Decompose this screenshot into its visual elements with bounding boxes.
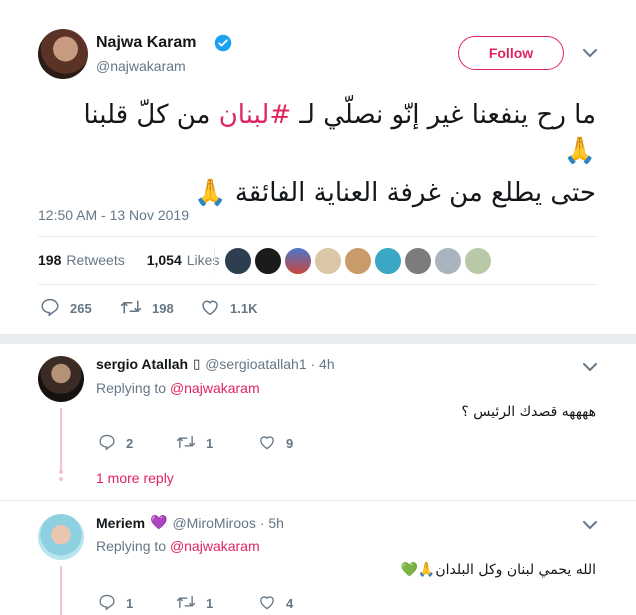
follow-button[interactable]: Follow [458,36,564,70]
reply-action[interactable]: 1 [98,594,133,613]
retweets-count[interactable]: 198 [38,252,61,268]
author-handle[interactable]: @najwakaram [96,58,186,74]
more-replies-link[interactable]: 1 more reply [96,470,174,486]
author-avatar[interactable] [38,29,88,79]
tweet-timestamp[interactable]: 12:50 AM - 13 Nov 2019 [38,207,189,223]
reply-header: Meriem 💜 @MiroMiroos · 5h [96,514,284,531]
reply-action[interactable]: 2 [98,434,133,453]
reply-avatar[interactable] [38,514,84,560]
chevron-down-icon[interactable] [582,518,598,536]
likes-count[interactable]: 1,054 [147,252,182,268]
retweet-action[interactable]: 1 [176,594,213,613]
like-action[interactable]: 4 [258,594,293,613]
stats-separator [214,247,215,273]
tweet-stats: 198 Retweets 1,054 Likes [38,252,219,268]
tweet-text: ما رح ينفعنا غير إنّو نصلّي لـ #لبنان من… [30,96,596,212]
liker-avatar[interactable] [254,247,282,275]
chevron-down-icon[interactable] [582,360,598,378]
heart-icon [200,298,220,319]
replying-to-link[interactable]: @najwakaram [170,380,260,396]
replying-to: Replying to @najwakaram [96,538,260,554]
like-action[interactable]: 1.1K [200,298,257,319]
liker-avatars [224,247,492,275]
thread-line [60,408,62,474]
liker-avatar[interactable] [224,247,252,275]
divider [38,284,598,285]
retweet-action[interactable]: 1 [176,434,213,453]
like-action[interactable]: 9 [258,434,293,453]
tweet-emoji-1: 🙏 [563,136,596,166]
reply-action[interactable]: 265 [40,298,92,319]
thread-dots [59,470,63,481]
reply-header: sergio Atallah ▯ @sergioatallah1 · 4h [96,356,335,372]
retweet-icon [176,594,196,613]
tweet-line-1: ما رح ينفعنا غير إنّو نصلّي لـ #لبنان من… [83,100,596,130]
section-divider [0,334,636,344]
retweet-icon [176,434,196,453]
reply-author-name[interactable]: Meriem [96,515,145,531]
reply-icon [98,594,116,613]
liker-avatar[interactable] [464,247,492,275]
retweets-label[interactable]: Retweets [66,252,124,268]
heart-icon [258,434,276,453]
reply-author-name[interactable]: sergio Atallah [96,356,188,372]
reply-text: الله يحمي لبنان وكل البلدان🙏💚 [400,562,597,578]
reply-text: ههههه قصدك الرئيس ؟ [461,404,596,420]
replying-to: Replying to @najwakaram [96,380,260,396]
thread-line [60,566,62,615]
replying-to-link[interactable]: @najwakaram [170,538,260,554]
emoji: 🙏💚 [400,562,436,578]
liker-avatar[interactable] [434,247,462,275]
liker-avatar[interactable] [404,247,432,275]
reply-handle[interactable]: @sergioatallah1 · 4h [205,356,334,372]
divider [38,236,598,237]
section-divider [0,500,636,501]
reply-handle[interactable]: @MiroMiroos · 5h [172,515,283,531]
reply-icon [98,434,116,453]
purple-heart-icon: 💜 [150,514,168,530]
reply-icon [40,298,60,319]
author-name[interactable]: Najwa Karam [96,34,197,52]
chevron-down-icon[interactable] [582,46,598,64]
verified-icon [214,34,232,57]
hashtag-link[interactable]: #لبنان [219,100,291,130]
liker-avatar[interactable] [314,247,342,275]
liker-avatar[interactable] [374,247,402,275]
liker-avatar[interactable] [284,247,312,275]
reply-avatar[interactable] [38,356,84,402]
liker-avatar[interactable] [344,247,372,275]
retweet-icon [120,298,142,319]
retweet-action[interactable]: 198 [120,298,174,319]
name-symbol: ▯ [193,356,201,371]
heart-icon [258,594,276,613]
